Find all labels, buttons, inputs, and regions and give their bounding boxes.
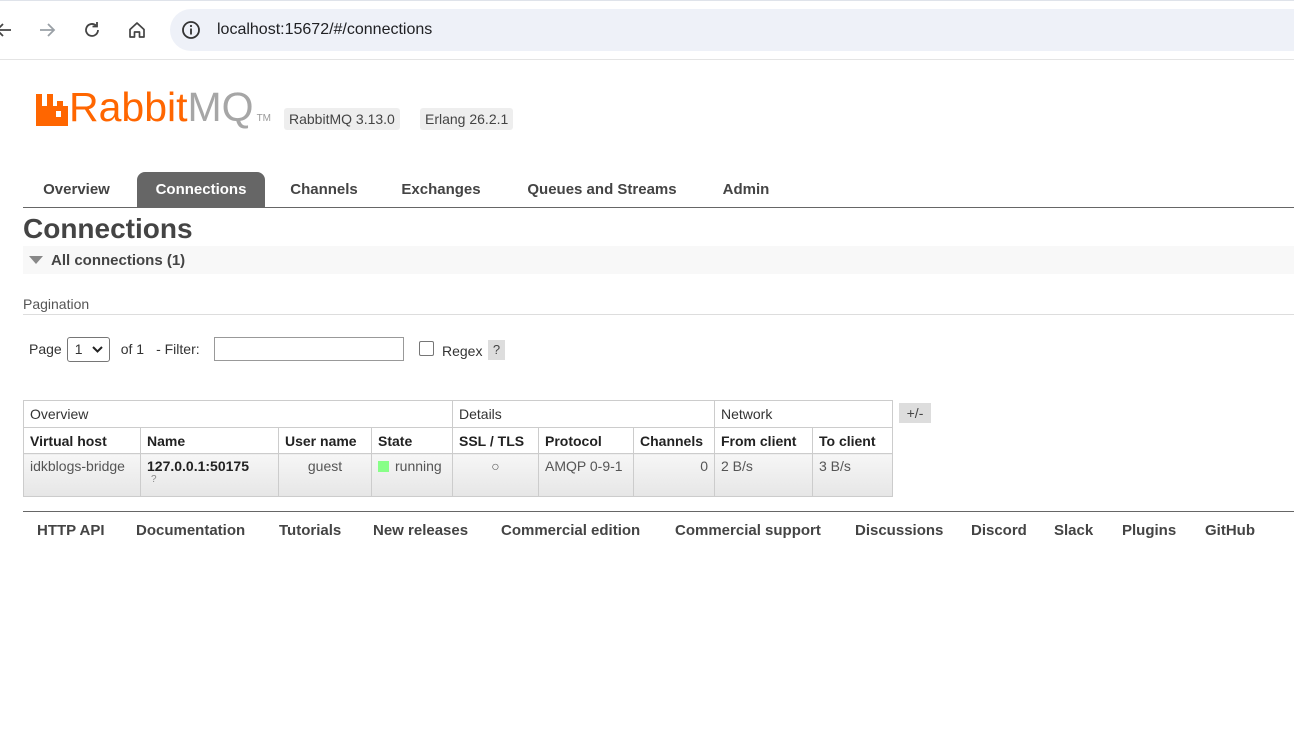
cell-ssl-tls: ○: [452, 453, 539, 497]
cell-to-client: 3 B/s: [812, 453, 893, 497]
version-badge: RabbitMQ 3.13.0: [284, 108, 400, 130]
regex-label: Regex: [442, 343, 483, 359]
collapse-triangle-icon: [29, 256, 43, 264]
table-header-row: Virtual host Name User name State SSL / …: [23, 427, 893, 454]
table-group-header-row: Overview Details Network: [23, 400, 893, 428]
column-from-client[interactable]: From client: [714, 427, 813, 454]
group-overview: Overview: [23, 400, 453, 428]
footer-link-tutorials[interactable]: Tutorials: [279, 522, 341, 539]
column-name[interactable]: Name: [140, 427, 279, 454]
tab-queues-and-streams[interactable]: Queues and Streams: [507, 172, 697, 207]
page-count: of 1: [120, 341, 145, 357]
tab-exchanges[interactable]: Exchanges: [383, 172, 499, 207]
tab-admin[interactable]: Admin: [705, 172, 787, 207]
toggle-columns-button[interactable]: +/-: [899, 403, 931, 423]
reload-button[interactable]: [76, 14, 108, 46]
column-user-name[interactable]: User name: [278, 427, 372, 454]
footer-link-github[interactable]: GitHub: [1205, 522, 1255, 539]
cell-user-name: guest: [278, 453, 372, 497]
table-row[interactable]: idkblogs-bridge 127.0.0.1:50175 ? guest …: [23, 453, 893, 497]
rabbit-logo-icon: [36, 92, 68, 126]
column-ssl-tls[interactable]: SSL / TLS: [452, 427, 539, 454]
cell-virtual-host: idkblogs-bridge: [23, 453, 141, 497]
footer-link-documentation[interactable]: Documentation: [136, 522, 245, 539]
erlang-version-badge: Erlang 26.2.1: [420, 108, 514, 130]
page-label: Page: [29, 341, 62, 357]
column-to-client[interactable]: To client: [812, 427, 893, 454]
footer-link-commercial-support[interactable]: Commercial support: [675, 522, 821, 539]
footer: HTTP API Documentation Tutorials New rel…: [23, 511, 1294, 547]
rabbitmq-logo[interactable]: RabbitMQ TM: [36, 84, 272, 130]
tab-channels[interactable]: Channels: [273, 172, 375, 207]
url-text[interactable]: localhost:15672/#/connections: [217, 21, 432, 39]
reload-icon: [85, 22, 99, 37]
cell-state: running: [371, 453, 453, 497]
tab-connections[interactable]: Connections: [137, 172, 265, 207]
footer-link-commercial-edition[interactable]: Commercial edition: [501, 522, 640, 539]
group-details: Details: [452, 400, 715, 428]
all-connections-section-toggle[interactable]: All connections (1): [23, 246, 1294, 274]
footer-link-plugins[interactable]: Plugins: [1122, 522, 1176, 539]
footer-link-slack[interactable]: Slack: [1054, 522, 1093, 539]
tab-overview[interactable]: Overview: [23, 172, 130, 207]
home-button[interactable]: [121, 14, 153, 46]
forward-button[interactable]: [31, 14, 63, 46]
name-hint[interactable]: ?: [151, 474, 272, 486]
cell-protocol: AMQP 0-9-1: [538, 453, 634, 497]
home-icon: [129, 22, 145, 38]
browser-toolbar: localhost:15672/#/connections: [0, 0, 1294, 60]
column-channels[interactable]: Channels: [633, 427, 715, 454]
cell-channels: 0: [633, 453, 715, 497]
column-protocol[interactable]: Protocol: [538, 427, 634, 454]
group-network: Network: [714, 400, 893, 428]
footer-link-new-releases[interactable]: New releases: [373, 522, 468, 539]
footer-link-http-api[interactable]: HTTP API: [37, 522, 105, 539]
section-label: All connections (1): [51, 251, 186, 269]
arrow-left-icon: [0, 23, 11, 37]
footer-link-discord[interactable]: Discord: [971, 522, 1027, 539]
arrow-right-icon: [40, 23, 56, 37]
page-select[interactable]: 1: [66, 336, 110, 362]
cell-from-client: 2 B/s: [714, 453, 813, 497]
browser-tab-strip-edge: [0, 0, 1294, 1]
info-icon[interactable]: [181, 20, 201, 40]
regex-checkbox[interactable]: [419, 341, 434, 356]
address-bar[interactable]: localhost:15672/#/connections: [170, 9, 1294, 51]
column-virtual-host[interactable]: Virtual host: [23, 427, 141, 454]
chevron-down-icon: [91, 345, 103, 353]
filter-input[interactable]: [214, 337, 404, 361]
logo-trademark: TM: [256, 113, 272, 124]
page-select-value: 1: [74, 341, 83, 357]
state-text: running: [395, 458, 442, 474]
pagination-divider: [23, 314, 1294, 315]
column-state[interactable]: State: [371, 427, 453, 454]
cell-name[interactable]: 127.0.0.1:50175 ?: [140, 453, 279, 497]
connections-table: Overview Details Network Virtual host Na…: [23, 400, 893, 497]
footer-link-discussions[interactable]: Discussions: [855, 522, 943, 539]
main-navigation: Overview Connections Channels Exchanges …: [23, 172, 1294, 208]
page-title: Connections: [23, 213, 193, 244]
connection-name-link[interactable]: 127.0.0.1:50175: [147, 458, 249, 474]
filter-label: - Filter:: [156, 341, 200, 357]
pager: Page 1 of 1 - Filter:: [29, 336, 200, 362]
running-status-indicator: [378, 461, 389, 472]
logo-wordmark: RabbitMQ: [69, 84, 254, 130]
pagination-heading: Pagination: [23, 296, 90, 312]
back-button[interactable]: [0, 14, 20, 46]
regex-help-button[interactable]: ?: [488, 340, 505, 360]
